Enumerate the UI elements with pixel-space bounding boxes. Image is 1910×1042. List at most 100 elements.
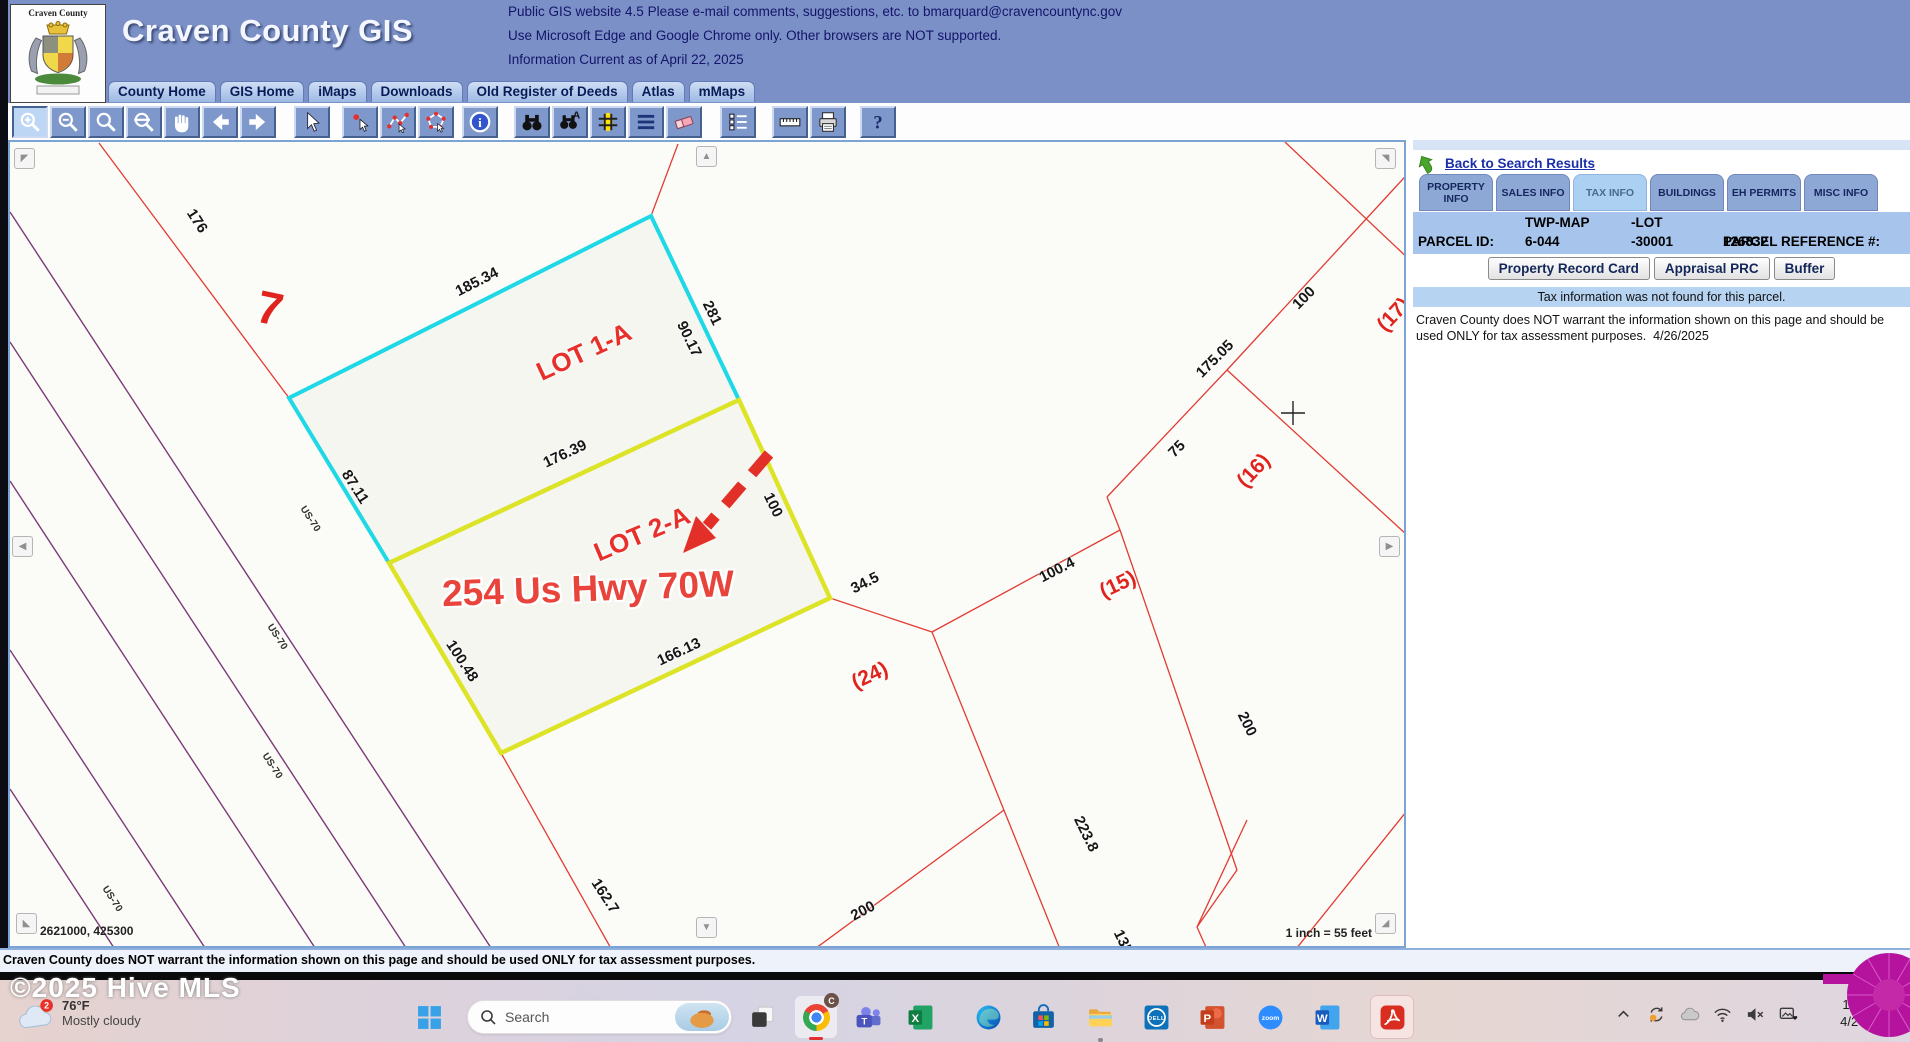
panel-tab-tax-info[interactable]: TAX INFO	[1573, 174, 1647, 211]
tray-sync-button[interactable]	[1644, 1002, 1668, 1026]
toolbar-identify-button[interactable]: i	[462, 106, 498, 138]
tray-chevron-button[interactable]	[1611, 1002, 1635, 1026]
tray-photos-button[interactable]	[1776, 1002, 1800, 1026]
taskbar-explorer-button[interactable]	[1079, 996, 1121, 1038]
taskbar-edge-button[interactable]	[967, 996, 1009, 1038]
corner-upleft-icon: ◤	[21, 153, 29, 164]
panel-tab-misc-info[interactable]: MISC INFO	[1804, 174, 1878, 211]
nav-tab-imaps[interactable]: iMaps	[308, 81, 366, 102]
tray-onedrive-button[interactable]	[1677, 1002, 1701, 1026]
chevron-up-icon	[1613, 1004, 1634, 1025]
property-record-card-button[interactable]: Property Record Card	[1488, 257, 1650, 280]
chrome-active-indicator	[809, 1037, 823, 1040]
toolbar-help-button[interactable]: ?	[860, 106, 896, 138]
taskbar-chrome-button[interactable]: C	[795, 996, 837, 1038]
toolbar-next-extent-button[interactable]	[240, 106, 276, 138]
toolbar-select-line-button[interactable]	[380, 106, 416, 138]
arrow-down-icon: ▼	[702, 922, 712, 933]
tray-volume-button[interactable]	[1743, 1002, 1767, 1026]
taskbar-word-button[interactable]: W	[1306, 996, 1348, 1038]
toolbar-previous-extent-button[interactable]	[202, 106, 238, 138]
tray-wifi-button[interactable]	[1710, 1002, 1734, 1026]
taskbar-taskview-button[interactable]	[741, 996, 783, 1038]
toolbar-pointer-button[interactable]	[294, 106, 330, 138]
nav-tab-gis-home[interactable]: GIS Home	[220, 81, 305, 102]
taskbar-start-button[interactable]	[408, 996, 450, 1038]
start-icon	[416, 1004, 443, 1031]
taskbar-store-button[interactable]	[1022, 996, 1064, 1038]
nav-tab-atlas[interactable]: Atlas	[632, 81, 685, 102]
taskbar-acrobat-button[interactable]	[1371, 996, 1413, 1038]
map-pan-up-button[interactable]: ▲	[696, 146, 717, 167]
toolbar-measure-button[interactable]	[772, 106, 808, 138]
taskbar-teams-button[interactable]: T	[847, 996, 889, 1038]
window-left-edge	[0, 0, 8, 948]
map-pan-upleft-button[interactable]: ◤	[14, 148, 35, 169]
toolbar-zoom-scale-button[interactable]	[126, 106, 162, 138]
zoom-window-icon	[94, 110, 118, 134]
toolbar-print-button[interactable]	[810, 106, 846, 138]
panel-tab-eh-permits[interactable]: EH PERMITS	[1727, 174, 1801, 211]
toolbar-select-polygon-button[interactable]	[418, 106, 454, 138]
panel-tab-property-info[interactable]: PROPERTY INFO	[1419, 174, 1493, 211]
toolbar-zoom-out-button[interactable]	[50, 106, 86, 138]
map-viewport[interactable]: 176185.3428190.17176.3910087.11100.48166…	[8, 140, 1406, 948]
parcel-id-lot-value: -30001	[1631, 234, 1673, 249]
taskbar-excel-button[interactable]: X	[899, 996, 941, 1038]
teams-icon: T	[855, 1004, 882, 1031]
edge-icon	[975, 1004, 1002, 1031]
panel-tab-buildings[interactable]: BUILDINGS	[1650, 174, 1724, 211]
map-pan-left-button[interactable]: ◀	[12, 536, 33, 557]
svg-text:zoom: zoom	[1261, 1015, 1279, 1022]
toolbar-zoom-window-button[interactable]	[88, 106, 124, 138]
panel-tab-sales-info[interactable]: SALES INFO	[1496, 174, 1570, 211]
system-tray	[1611, 1002, 1800, 1026]
county-seal-icon: Craven County	[11, 5, 105, 102]
taskbar-zoom-button[interactable]: zoom	[1249, 996, 1291, 1038]
buffer-button[interactable]: Buffer	[1774, 257, 1836, 280]
arrow-up-icon: ▲	[702, 151, 712, 162]
map-geometry	[10, 142, 1406, 948]
taskbar: ©2025 Hive MLS 2 76°F Mostly cloudy Sear…	[0, 980, 1910, 1042]
toolbar-list-button[interactable]	[628, 106, 664, 138]
map-pan-downright-button[interactable]: ◢	[1375, 913, 1396, 934]
taskbar-powerpoint-button[interactable]: P	[1191, 996, 1233, 1038]
search-placeholder: Search	[505, 1009, 675, 1025]
page-title: Craven County GIS	[122, 13, 413, 49]
toolbar-zoom-in-button[interactable]	[12, 106, 48, 138]
toolbar-erase-button[interactable]	[666, 106, 702, 138]
corner-upright-icon: ◥	[1382, 153, 1390, 164]
search-highlight-image[interactable]	[675, 1003, 729, 1031]
toolbar-search-button[interactable]	[514, 106, 550, 138]
toolbar-highlight-button[interactable]	[590, 106, 626, 138]
back-link[interactable]: Back to Search Results	[1445, 156, 1595, 171]
map-pan-downleft-button[interactable]: ◣	[16, 913, 37, 934]
map-pan-upright-button[interactable]: ◥	[1375, 148, 1396, 169]
nav-tab-county-home[interactable]: County Home	[108, 81, 216, 102]
taskbar-search[interactable]: Search	[467, 1000, 732, 1034]
toolbar-layers-button[interactable]	[720, 106, 756, 138]
panel-top-band	[1413, 140, 1910, 150]
map-pan-right-button[interactable]: ▶	[1379, 536, 1400, 557]
toolbar-select-point-button[interactable]	[342, 106, 378, 138]
search-icon	[480, 1009, 497, 1026]
print-icon	[816, 110, 840, 134]
back-to-results[interactable]: Back to Search Results	[1417, 152, 1595, 174]
map-coordinates-readout: 2621000, 425300	[40, 924, 133, 938]
arrow-left-icon: ◀	[19, 541, 27, 552]
toolbar-search-label-button[interactable]: A	[552, 106, 588, 138]
nav-tab-old-register-of-deeds[interactable]: Old Register of Deeds	[467, 81, 628, 102]
dell-icon: DELL	[1143, 1004, 1170, 1031]
appraisal-prc-button[interactable]: Appraisal PRC	[1654, 257, 1770, 280]
status-disclaimer: Craven County does NOT warrant the infor…	[0, 950, 1910, 967]
select-polygon-icon	[424, 110, 448, 134]
acrobat-icon	[1379, 1004, 1406, 1031]
nav-tab-downloads[interactable]: Downloads	[371, 81, 463, 102]
toolbar-pan-button[interactable]	[164, 106, 200, 138]
header: Craven County GIS Public GIS website 4.5…	[0, 0, 1910, 103]
map-pan-down-button[interactable]: ▼	[696, 917, 717, 938]
svg-text:X: X	[911, 1013, 919, 1025]
taskbar-dell-button[interactable]: DELL	[1135, 996, 1177, 1038]
nav-tab-mmaps[interactable]: mMaps	[689, 81, 756, 102]
pointer-icon	[300, 110, 324, 134]
